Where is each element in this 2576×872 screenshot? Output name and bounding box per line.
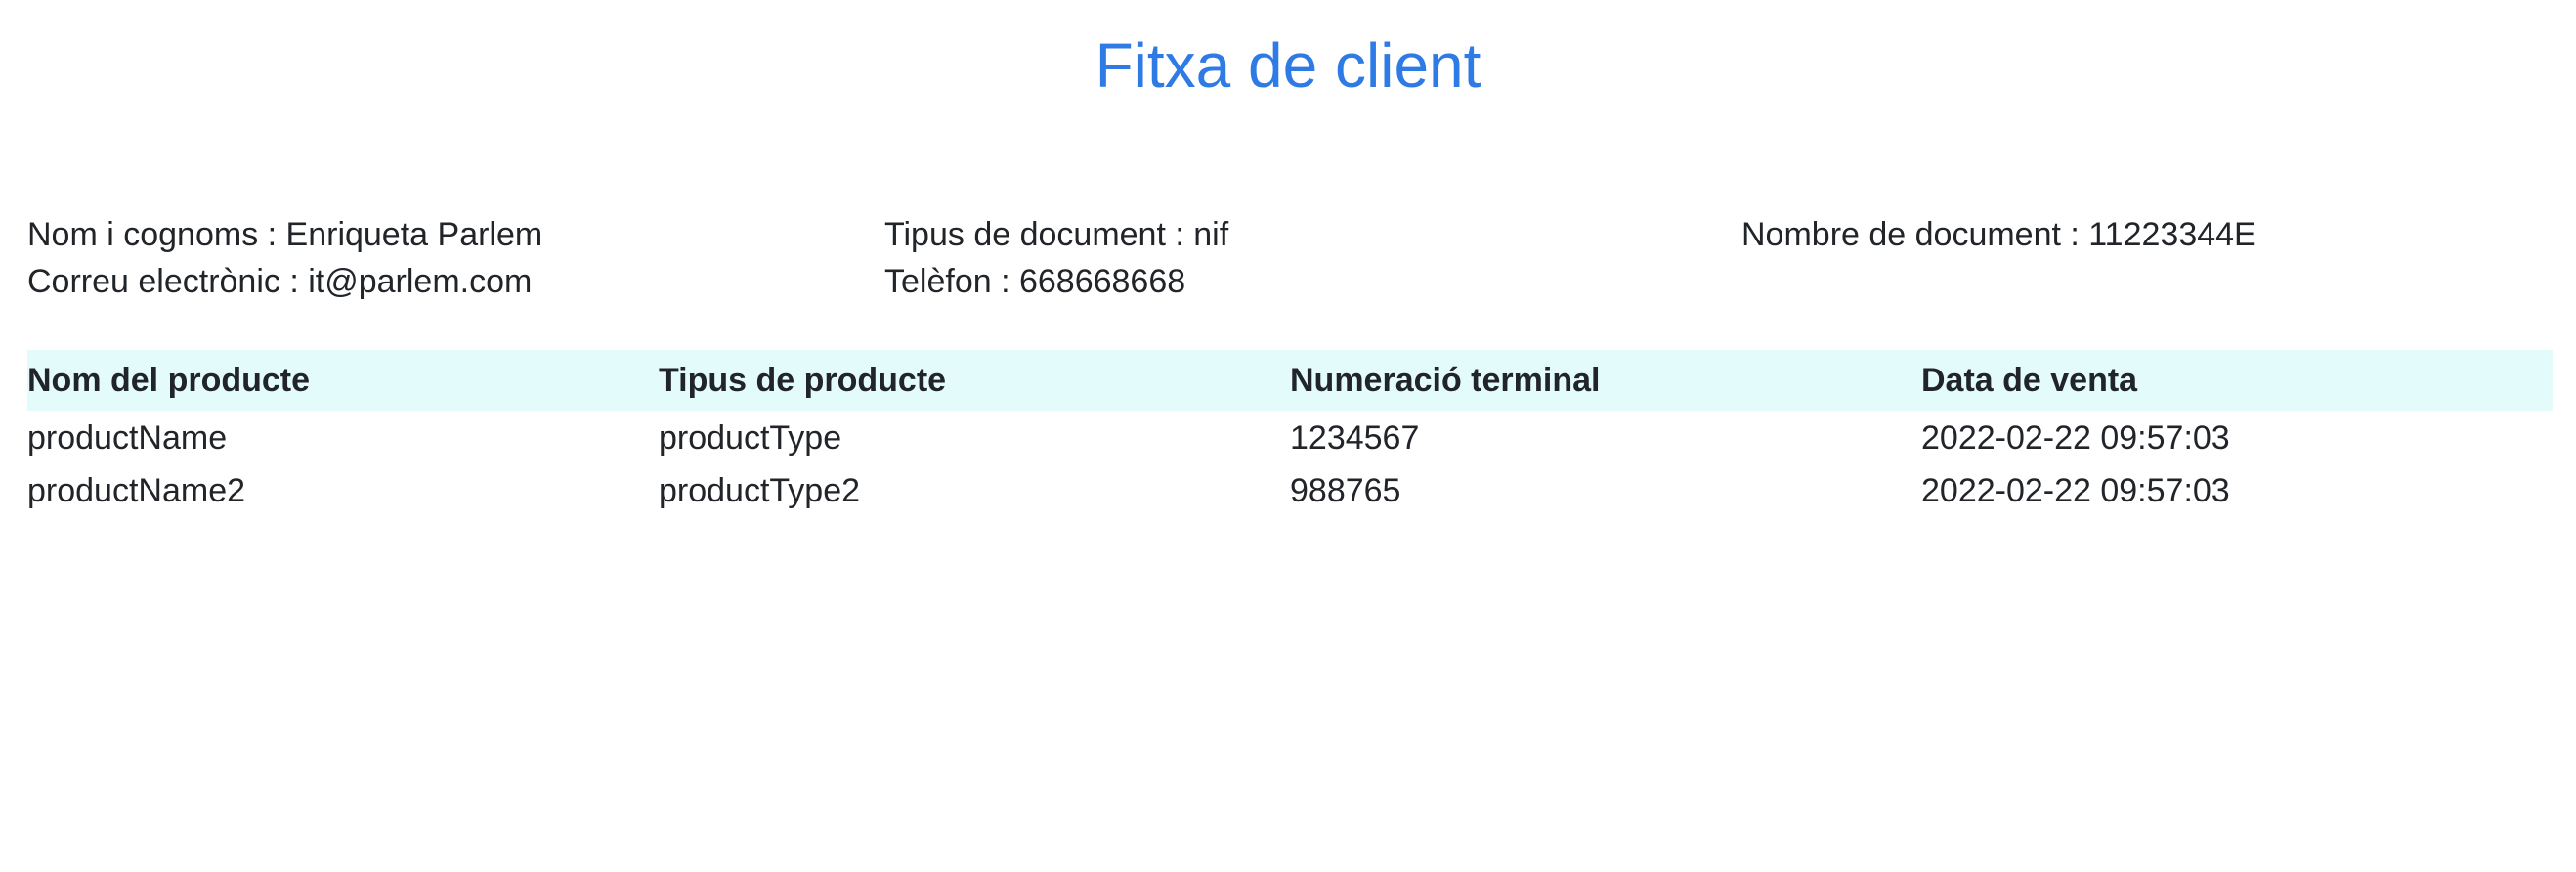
table-row: productName productType 1234567 2022-02-… [27, 411, 2553, 465]
products-table: Nom del producte Tipus de producte Numer… [27, 350, 2553, 516]
client-document-type: Tipus de document : nif [884, 216, 1229, 253]
cell-terminal-number: 988765 [1290, 471, 1401, 509]
cell-product-name: productName2 [27, 471, 246, 509]
client-name: Nom i cognoms : Enriqueta Parlem [27, 216, 543, 253]
cell-sale-date: 2022-02-22 09:57:03 [1921, 471, 2230, 509]
client-document-number: Nombre de document : 11223344E [1741, 216, 2256, 253]
cell-product-name: productName [27, 418, 228, 457]
page-title: Fitxa de client [1095, 30, 1481, 101]
client-phone: Telèfon : 668668668 [884, 263, 1186, 300]
column-header-terminal-number: Numeració terminal [1290, 361, 1601, 399]
cell-product-type: productType2 [659, 471, 861, 509]
client-email: Correu electrònic : it@parlem.com [27, 263, 533, 300]
column-header-product-type: Tipus de producte [659, 361, 947, 399]
table-header-row: Nom del producte Tipus de producte Numer… [27, 350, 2553, 411]
cell-product-type: productType [659, 418, 842, 457]
table-row: productName2 productType2 988765 2022-02… [27, 465, 2553, 516]
cell-sale-date: 2022-02-22 09:57:03 [1921, 418, 2230, 457]
column-header-sale-date: Data de venta [1921, 361, 2138, 399]
cell-terminal-number: 1234567 [1290, 418, 1420, 457]
column-header-product-name: Nom del producte [27, 361, 311, 399]
